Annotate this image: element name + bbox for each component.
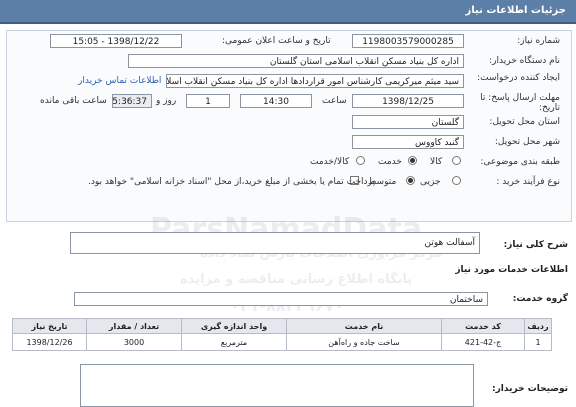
days-field: 1 <box>186 94 230 108</box>
announce-label: تاریخ و ساعت اعلان عمومی: <box>222 36 331 46</box>
city-field: گنبد کاووس <box>352 135 464 149</box>
cell-row: 1 <box>524 333 552 351</box>
creator-label: ایجاد کننده درخواست: <box>477 73 560 83</box>
province-field: گلستان <box>352 115 464 129</box>
col-code: کد خدمت <box>441 318 525 334</box>
city-label: شهر محل تحویل: <box>494 137 560 147</box>
col-qty: تعداد / مقدار <box>86 318 182 334</box>
col-unit: واحد اندازه گیری <box>181 318 287 334</box>
process-label: نوع فرآیند خرید : <box>496 177 560 187</box>
process-option-minor: جزیی <box>420 177 441 187</box>
deadline-date-field: 1398/12/25 <box>352 94 464 108</box>
table-header-row: ردیف کد خدمت نام خدمت واحد اندازه گیری ت… <box>12 318 552 334</box>
buyer-notes-field <box>80 364 474 407</box>
cell-unit: مترمربع <box>181 333 287 351</box>
service-group-field: ساختمان <box>74 292 488 306</box>
treasury-payment-text: پرداخت تمام یا بخشی از مبلغ خرید،از محل … <box>88 177 376 187</box>
category-option-service: خدمت <box>378 157 402 167</box>
creator-field: سید میثم میرکریمی کارشناس امور قراردادها… <box>166 74 464 88</box>
category-radio-goods-service[interactable] <box>356 156 365 165</box>
buyer-notes-label: توضیحات خریدار: <box>492 384 568 394</box>
category-option-goods: کالا <box>430 157 443 167</box>
category-radio-goods[interactable] <box>452 156 461 165</box>
days-label: روز و <box>156 96 177 106</box>
deadline-time-label: ساعت <box>322 96 347 106</box>
page-title: جزئیات اطلاعات نیاز <box>465 5 566 16</box>
category-radio-service[interactable] <box>408 156 417 165</box>
cell-qty: 3000 <box>86 333 182 351</box>
province-label: استان محل تحویل: <box>489 117 560 127</box>
need-number-field: 1198003579000285 <box>352 34 464 48</box>
buyer-contact-link[interactable]: اطلاعات تماس خریدار <box>78 76 161 86</box>
deadline-label: مهلت ارسال پاسخ: تا تاریخ: <box>480 93 560 113</box>
col-date: تاریخ نیاز <box>12 318 87 334</box>
buyer-label: نام دستگاه خریدار: <box>489 56 560 66</box>
col-row: ردیف <box>524 318 552 334</box>
remaining-time-field: 05:36:37 <box>112 94 152 108</box>
remaining-label: ساعت باقی مانده <box>40 96 107 106</box>
services-table: ردیف کد خدمت نام خدمت واحد اندازه گیری ت… <box>12 318 552 351</box>
deadline-time-field: 14:30 <box>240 94 312 108</box>
buyer-field: اداره کل بنیاد مسکن انقلاب اسلامی استان … <box>128 54 464 68</box>
table-row: 1 ج-42-421 ساخت جاده و راه‌آهن مترمربع 3… <box>12 333 552 351</box>
category-option-goods-service: کالا/خدمت <box>310 157 350 167</box>
cell-date: 1398/12/26 <box>12 333 87 351</box>
services-section-title: اطلاعات خدمات مورد نیاز <box>455 265 568 275</box>
process-radio-minor[interactable] <box>452 176 461 185</box>
category-label: طبقه بندی موضوعی: <box>480 157 560 167</box>
need-number-label: شماره نیاز: <box>517 36 560 46</box>
process-radio-medium[interactable] <box>406 176 415 185</box>
summary-label: شرح کلی نیاز: <box>503 240 568 250</box>
watermark-line-3: پایگاه اطلاع رسانی مناقصه و مزایده <box>180 272 413 287</box>
cell-code: ج-42-421 <box>441 333 525 351</box>
cell-name: ساخت جاده و راه‌آهن <box>286 333 442 351</box>
service-group-label: گروه خدمت: <box>512 294 568 304</box>
summary-field: آسفالت هوتن <box>70 232 480 254</box>
col-name: نام خدمت <box>286 318 442 334</box>
announce-field: 1398/12/22 - 15:05 <box>50 34 182 48</box>
